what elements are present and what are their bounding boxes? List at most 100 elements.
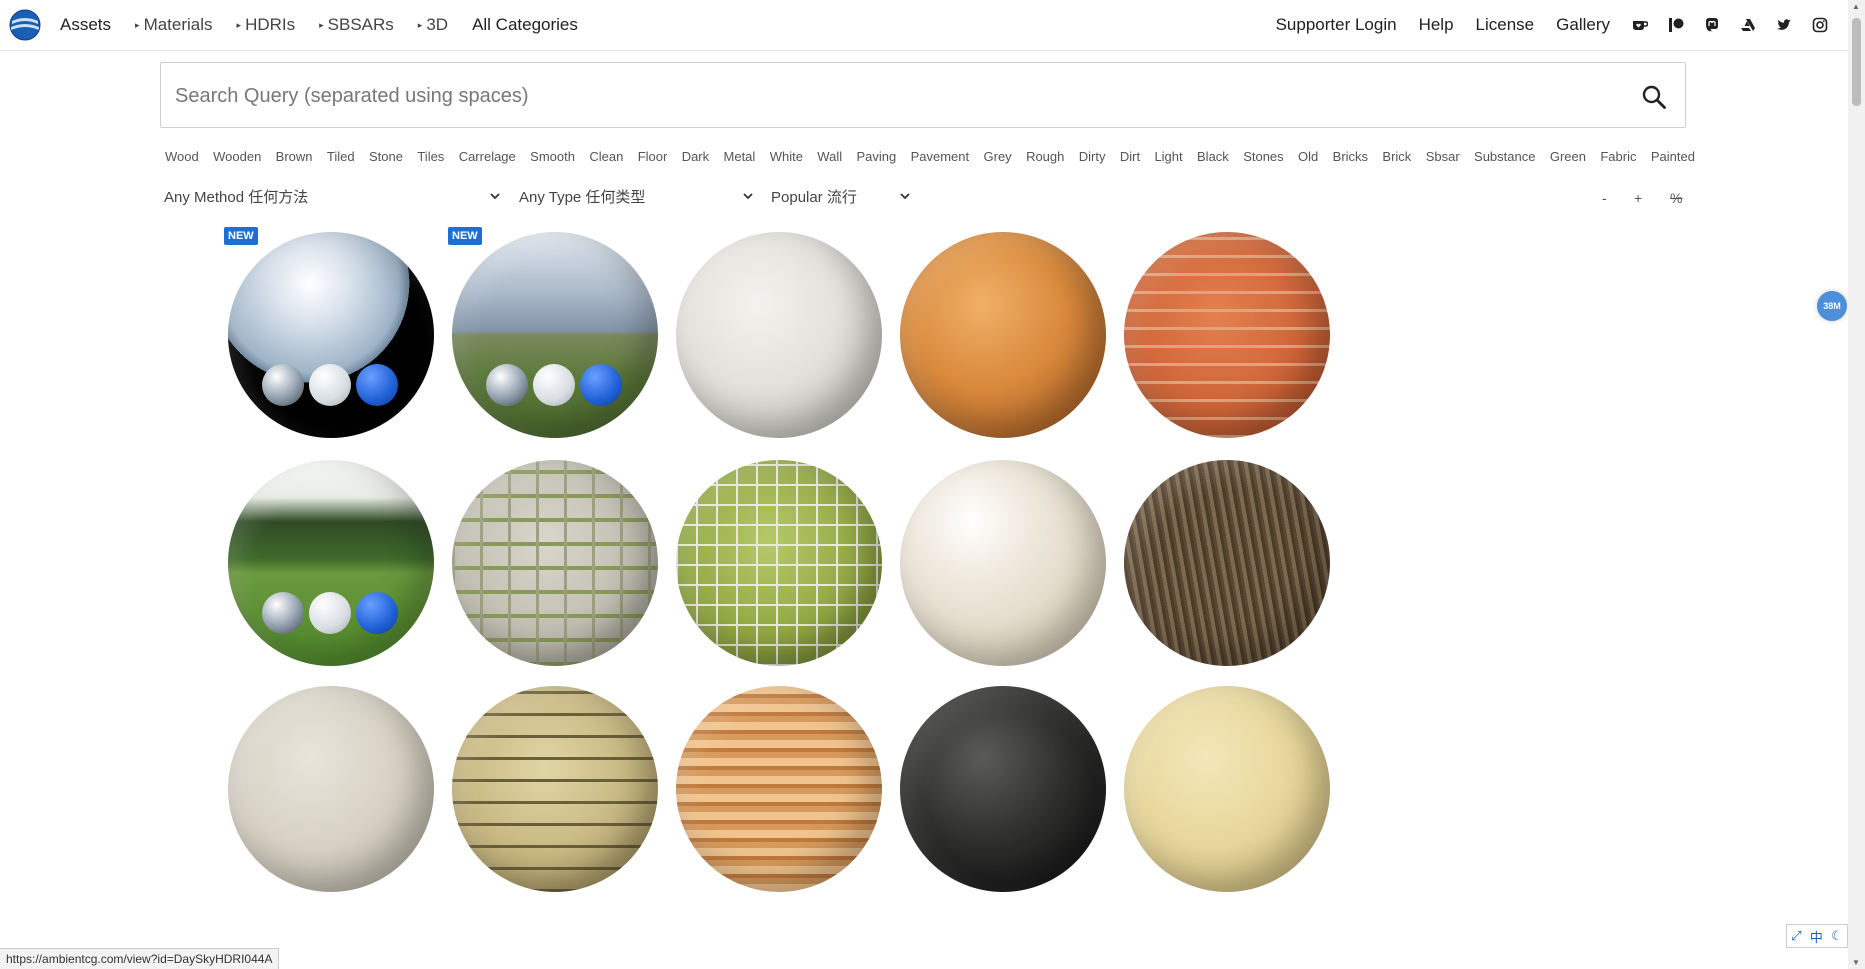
asset-card-wood-light[interactable] (898, 230, 1148, 480)
twitter-icon[interactable] (1776, 17, 1792, 33)
tag-tiles[interactable]: Tiles (417, 149, 444, 164)
nav-all-categories[interactable]: All Categories (472, 15, 578, 35)
tag-floor[interactable]: Floor (638, 149, 668, 164)
tag-carrelage[interactable]: Carrelage (459, 149, 516, 164)
page-scrollbar[interactable]: ▲ ▼ (1848, 0, 1865, 969)
tag-painted[interactable]: Painted (1651, 149, 1695, 164)
tag-black[interactable]: Black (1197, 149, 1229, 164)
tag-smooth[interactable]: Smooth (530, 149, 575, 164)
asset-card-marble[interactable] (898, 458, 1148, 708)
tag-dirt[interactable]: Dirt (1120, 149, 1140, 164)
license-link[interactable]: License (1476, 15, 1535, 35)
top-nav: Assets ▸ Materials ▸ HDRIs ▸ SBSARs ▸ 3D All… (0, 0, 1848, 51)
tag-wall[interactable]: Wall (817, 149, 842, 164)
kofi-icon[interactable] (1632, 17, 1648, 33)
asset-card-hdri-park[interactable] (226, 458, 476, 708)
tag-fabric[interactable]: Fabric (1600, 149, 1636, 164)
tag-wood[interactable]: Wood (165, 149, 199, 164)
artstation-icon[interactable] (1740, 17, 1756, 33)
zoom-in-button[interactable]: + (1634, 190, 1642, 206)
asset-card-bricks[interactable] (1122, 230, 1372, 480)
tag-paving[interactable]: Paving (856, 149, 896, 164)
asset-thumbnail[interactable] (676, 460, 882, 666)
method-select-value: Any Method 任何方法 (164, 188, 309, 206)
asset-thumbnail[interactable] (228, 686, 434, 892)
scroll-thumb[interactable] (1852, 18, 1861, 106)
sort-select[interactable]: Popular 流行 (771, 185, 911, 207)
tag-substance[interactable]: Substance (1474, 149, 1535, 164)
tag-stones[interactable]: Stones (1243, 149, 1283, 164)
tag-rough[interactable]: Rough (1026, 149, 1064, 164)
asset-card-hdri-sky-2[interactable]: NEW (448, 227, 700, 480)
asset-thumbnail[interactable] (900, 460, 1106, 666)
tag-green[interactable]: Green (1550, 149, 1586, 164)
asset-thumbnail[interactable] (452, 460, 658, 666)
tag-metal[interactable]: Metal (724, 149, 756, 164)
nav-hdris[interactable]: ▸ HDRIs (237, 15, 296, 35)
asset-card-stone-wall[interactable] (450, 684, 700, 934)
download-count-badge[interactable]: 38M (1817, 291, 1847, 321)
method-select[interactable]: Any Method 任何方法 (164, 185, 501, 207)
asset-thumbnail[interactable] (452, 686, 658, 892)
asset-thumbnail[interactable] (228, 232, 434, 438)
asset-card-bark[interactable] (1122, 458, 1372, 708)
tag-brick[interactable]: Brick (1382, 149, 1411, 164)
instagram-icon[interactable] (1812, 17, 1828, 33)
ambientcg-logo-icon[interactable] (9, 9, 41, 41)
nav-materials[interactable]: ▸ Materials (135, 15, 213, 35)
patreon-icon[interactable] (1668, 17, 1684, 33)
nav-3d[interactable]: ▸ 3D (418, 15, 448, 35)
type-select-value: Any Type 任何类型 (519, 188, 646, 206)
tag-dark[interactable]: Dark (682, 149, 709, 164)
asset-card-plaster[interactable] (226, 684, 476, 934)
expand-icon[interactable]: ⤢ (1791, 928, 1801, 944)
tag-stone[interactable]: Stone (369, 149, 403, 164)
asset-thumbnail[interactable] (900, 232, 1106, 438)
asset-thumbnail[interactable] (452, 232, 658, 438)
asset-card-parquet[interactable] (674, 684, 924, 934)
asset-card-paving-stones[interactable] (450, 458, 700, 708)
scroll-down-arrow-icon[interactable]: ▼ (1852, 958, 1860, 967)
mastodon-icon[interactable] (1704, 17, 1720, 33)
tag-clean[interactable]: Clean (589, 149, 623, 164)
asset-thumbnail[interactable] (676, 232, 882, 438)
asset-thumbnail[interactable] (1124, 686, 1330, 892)
tag-bricks[interactable]: Bricks (1333, 149, 1368, 164)
help-link[interactable]: Help (1419, 15, 1454, 35)
tag-dirty[interactable]: Dirty (1079, 149, 1106, 164)
tag-grey[interactable]: Grey (984, 149, 1012, 164)
scroll-up-arrow-icon[interactable]: ▲ (1852, 2, 1860, 11)
dropdown-arrow-icon: ▸ (135, 20, 140, 30)
asset-card-concrete[interactable] (674, 230, 924, 480)
asset-card-dark-metal[interactable] (898, 684, 1148, 934)
gallery-link[interactable]: Gallery (1556, 15, 1610, 35)
chevron-down-icon (900, 193, 910, 200)
asset-card-hdri-sky-1[interactable]: NEW (224, 227, 476, 480)
tag-brown[interactable]: Brown (276, 149, 313, 164)
asset-thumbnail[interactable] (228, 460, 434, 666)
asset-thumbnail[interactable] (900, 686, 1106, 892)
tag-pavement[interactable]: Pavement (911, 149, 970, 164)
search-input[interactable] (173, 63, 1597, 129)
tag-sbsar[interactable]: Sbsar (1426, 149, 1460, 164)
zoom-reset-button[interactable]: % (1670, 190, 1682, 206)
supporter-login-link[interactable]: Supporter Login (1276, 15, 1397, 35)
asset-thumbnail[interactable] (1124, 460, 1330, 666)
search-icon[interactable] (1641, 84, 1667, 110)
moon-icon[interactable]: ☾ (1831, 928, 1843, 944)
zoom-out-button[interactable]: - (1602, 190, 1607, 206)
asset-card-grass-grid[interactable] (674, 458, 924, 708)
language-toggle[interactable]: 中 (1810, 927, 1823, 946)
nav-sbsars[interactable]: ▸ SBSARs (319, 15, 394, 35)
nav-assets[interactable]: Assets (60, 15, 111, 35)
type-select[interactable]: Any Type 任何类型 (519, 185, 754, 207)
tag-wooden[interactable]: Wooden (213, 149, 261, 164)
tag-white[interactable]: White (770, 149, 803, 164)
tag-list: Wood Wooden Brown Tiled Stone Tiles Carrelage S… (165, 149, 1695, 164)
asset-thumbnail[interactable] (1124, 232, 1330, 438)
tag-light[interactable]: Light (1154, 149, 1182, 164)
tag-old[interactable]: Old (1298, 149, 1318, 164)
asset-card-sand-plaster[interactable] (1122, 684, 1372, 934)
tag-tiled[interactable]: Tiled (327, 149, 355, 164)
asset-thumbnail[interactable] (676, 686, 882, 892)
